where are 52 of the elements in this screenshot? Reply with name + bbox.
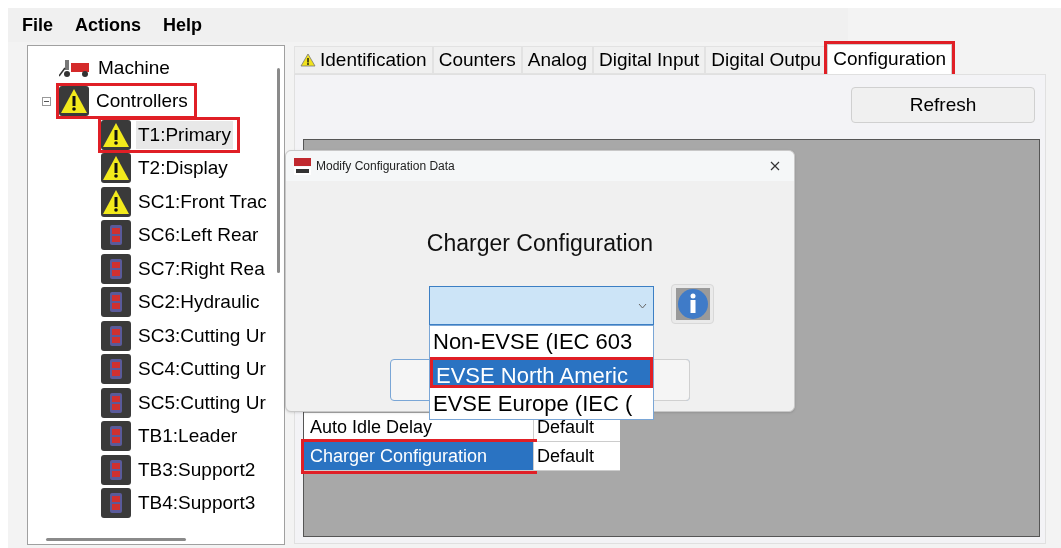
tab[interactable]: Digital Input <box>592 46 706 74</box>
module-icon <box>101 287 131 318</box>
warning-icon <box>101 119 131 150</box>
table-cell: Default <box>534 442 620 471</box>
refresh-button[interactable]: Refresh <box>851 87 1035 123</box>
tree-item[interactable]: SC3:Cutting Ur <box>136 321 268 350</box>
warning-icon <box>59 86 89 117</box>
tree-item[interactable]: SC5:Cutting Ur <box>136 388 268 417</box>
menu-item[interactable]: Help <box>163 11 203 39</box>
mower-icon <box>59 57 91 78</box>
module-icon <box>101 354 131 385</box>
dropdown-caret-icon <box>638 302 647 309</box>
tree-item[interactable]: SC4:Cutting Ur <box>136 355 268 384</box>
warning-icon <box>300 53 316 67</box>
tab[interactable]: Configuration <box>827 44 953 74</box>
tree-item[interactable]: TB4:Support3 <box>136 489 258 518</box>
tree-item[interactable]: SC6:Left Rear <box>136 221 261 250</box>
module-icon <box>101 421 131 452</box>
tab[interactable]: Counters <box>432 46 522 74</box>
tree-item[interactable]: TB3:Support2 <box>136 455 258 484</box>
module-icon <box>101 320 131 351</box>
tree-item[interactable]: SC7:Right Rea <box>136 254 267 283</box>
tab[interactable]: Analog <box>521 46 593 74</box>
combo-box[interactable] <box>429 286 654 325</box>
module-icon <box>101 454 131 485</box>
tree-item[interactable]: Machine <box>96 53 172 82</box>
module-icon <box>101 488 131 519</box>
close-icon[interactable] <box>770 161 780 171</box>
module-icon <box>101 253 131 284</box>
app-logo-icon <box>294 157 311 175</box>
horizontal-scrollbar[interactable] <box>46 538 186 541</box>
dropdown-option[interactable]: EVSE North Americ <box>430 357 653 388</box>
module-icon <box>101 387 131 418</box>
warning-icon <box>101 153 131 184</box>
tab[interactable]: Identification <box>294 46 433 74</box>
info-icon <box>675 288 710 320</box>
dialog-title: Modify Configuration Data <box>316 158 455 175</box>
warning-icon <box>101 186 131 217</box>
tree-item[interactable]: SC1:Front Trac <box>136 187 269 216</box>
tree-item[interactable]: T2:Display <box>136 154 230 183</box>
tree-item[interactable]: SC2:Hydraulic <box>136 288 262 317</box>
tree-item[interactable]: Controllers <box>94 87 190 116</box>
tree-item[interactable]: TB1:Leader <box>136 422 240 451</box>
vertical-scrollbar[interactable] <box>277 68 280 273</box>
table-cell[interactable]: Charger Configuration <box>304 442 534 471</box>
menu-item[interactable]: File <box>22 11 53 39</box>
tree-item[interactable]: T1:Primary <box>136 120 233 149</box>
collapse-toggle[interactable] <box>42 96 51 106</box>
info-button[interactable] <box>671 284 714 324</box>
menu-item[interactable]: Actions <box>75 11 142 39</box>
module-icon <box>101 220 131 251</box>
dialog-heading: Charger Configuration <box>425 229 655 258</box>
